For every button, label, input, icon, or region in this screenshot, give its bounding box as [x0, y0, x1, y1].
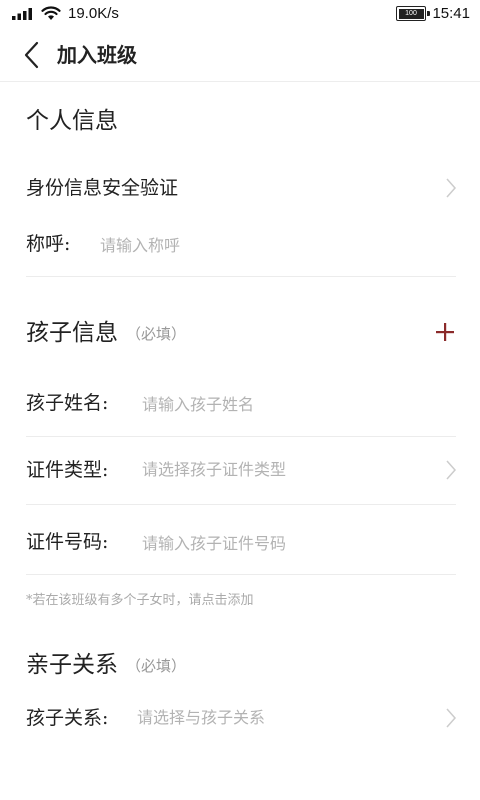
relation-title-text: 亲子关系: [26, 652, 118, 678]
required-tag: （必填）: [126, 325, 187, 343]
clock: 15:41: [432, 5, 470, 22]
child-name-row: 孩子姓名:: [26, 383, 456, 423]
child-info-title-text: 孩子信息: [26, 320, 118, 346]
join-class-screen: 19.0K/s 100 15:41 加入班级 个人信息 身份信息安全验证 称呼:…: [0, 0, 480, 800]
child-name-label: 孩子姓名:: [26, 392, 109, 414]
child-info-title: 孩子信息 （必填）: [26, 318, 186, 349]
add-child-plus-icon[interactable]: [434, 321, 456, 343]
child-name-input[interactable]: [142, 393, 422, 415]
id-type-placeholder: 请选择孩子证件类型: [142, 460, 287, 479]
nickname-label: 称呼:: [26, 233, 71, 255]
chevron-right-icon: [446, 708, 457, 728]
required-tag: （必填）: [126, 657, 187, 675]
id-type-row[interactable]: 证件类型: 请选择孩子证件类型: [26, 450, 457, 490]
relation-label: 孩子关系:: [26, 707, 109, 729]
divider: [26, 504, 456, 505]
id-number-label: 证件号码:: [26, 531, 109, 553]
relation-row[interactable]: 孩子关系: 请选择与孩子关系: [26, 698, 457, 738]
divider: [26, 276, 456, 277]
identity-verify-row[interactable]: 身份信息安全验证: [26, 168, 457, 208]
identity-verify-label: 身份信息安全验证: [26, 177, 179, 199]
chevron-right-icon: [446, 178, 457, 198]
network-speed: 19.0K/s: [68, 5, 119, 22]
id-type-label: 证件类型:: [26, 459, 109, 481]
nickname-row: 称呼:: [26, 224, 456, 264]
page-title: 加入班级: [57, 43, 137, 67]
battery-icon: 100: [396, 6, 430, 21]
nickname-input[interactable]: [100, 234, 380, 256]
back-arrow-icon[interactable]: [20, 40, 44, 70]
relation-placeholder: 请选择与孩子关系: [137, 708, 266, 727]
id-number-input[interactable]: [142, 532, 422, 554]
signal-icon: [12, 8, 32, 20]
id-number-row: 证件号码:: [26, 522, 456, 562]
add-child-hint: *若在该班级有多个子女时，请点击添加: [26, 593, 254, 608]
divider: [26, 436, 456, 437]
relation-title: 亲子关系 （必填）: [26, 650, 186, 681]
battery-level: 100: [398, 8, 424, 19]
status-bar: 19.0K/s 100 15:41: [0, 0, 480, 28]
chevron-right-icon: [446, 460, 457, 480]
personal-info-title: 个人信息: [26, 108, 118, 134]
divider: [26, 574, 456, 575]
wifi-icon: [41, 6, 61, 20]
nav-bar: 加入班级: [0, 28, 480, 82]
